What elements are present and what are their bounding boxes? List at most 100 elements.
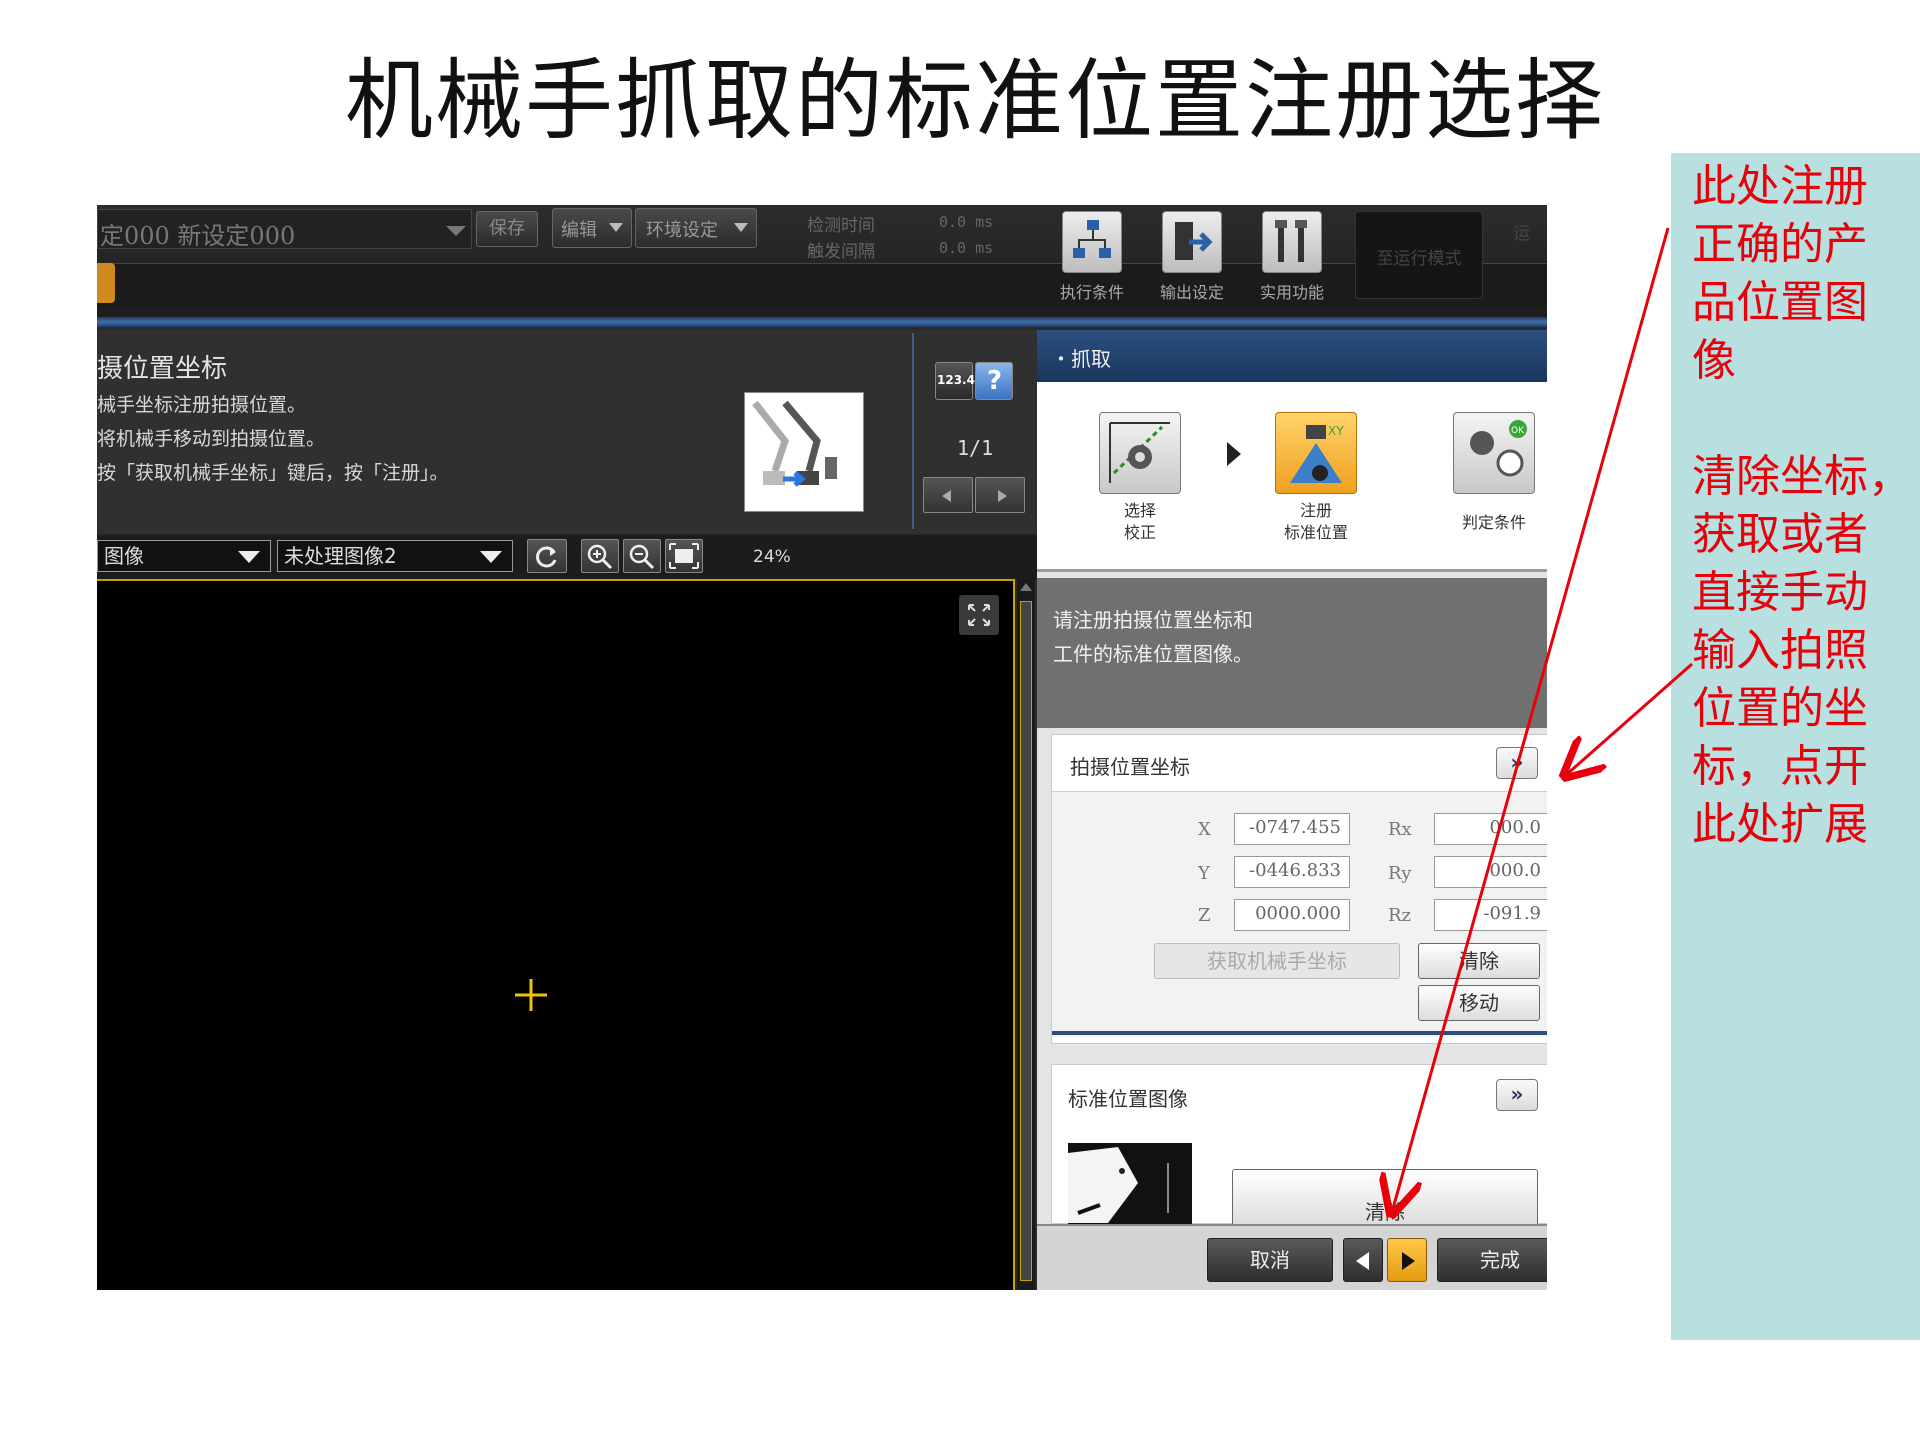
zoom-level: 24% <box>753 547 791 567</box>
edit-menu[interactable]: 编辑 <box>552 208 632 248</box>
instruction-area: 请注册拍摄位置坐标和 工件的标准位置图像。 <box>1037 578 1547 728</box>
standard-image-thumbnail <box>1068 1143 1192 1225</box>
trigger-interval-value: 0.0 ms <box>939 239 994 257</box>
judge-condition-icon: OK <box>1470 420 1527 477</box>
register-position-icon: XY <box>1290 424 1344 483</box>
step-judge-button[interactable]: OK <box>1453 412 1535 494</box>
output-setting-button[interactable]: 输出设定 <box>1152 211 1232 303</box>
calibration-icon <box>1109 422 1170 483</box>
x-input[interactable]: -0747.455 <box>1234 813 1350 845</box>
coord-clear-button[interactable]: 清除 <box>1418 943 1540 979</box>
ry-input[interactable]: 000.0 <box>1434 856 1547 888</box>
panel-footer: 取消 完成 <box>1037 1224 1547 1290</box>
z-label: Z <box>1198 905 1211 926</box>
cancel-button[interactable]: 取消 <box>1207 1238 1333 1282</box>
step-calibration-label: 选择 校正 <box>1123 501 1156 542</box>
help-button[interactable]: ? <box>975 362 1013 400</box>
guide-line-3: 按「获取机械手坐标」键后，按「注册」。 <box>97 462 449 484</box>
source-select-value: 未处理图像2 <box>284 544 397 568</box>
edit-menu-label: 编辑 <box>561 220 597 241</box>
zoom-in-button[interactable] <box>581 539 619 573</box>
output-setting-label: 输出设定 <box>1159 283 1224 302</box>
utility-button[interactable]: 实用功能 <box>1252 211 1332 303</box>
rz-input[interactable]: -091.9 <box>1434 899 1547 931</box>
help-icon: ? <box>987 366 1003 396</box>
save-button[interactable]: 保存 <box>476 211 538 247</box>
detect-time-label: 检测时间 <box>807 216 875 236</box>
fit-screen-icon <box>669 543 699 569</box>
detect-time-value: 0.0 ms <box>939 213 994 231</box>
z-input[interactable]: 0000.000 <box>1234 899 1350 931</box>
run-mode-button[interactable]: 至运行模式 <box>1355 211 1483 299</box>
prev-step-button[interactable] <box>1343 1238 1383 1282</box>
robot-guide-image <box>744 392 864 512</box>
flowchart-icon <box>1062 211 1122 273</box>
next-step-button[interactable] <box>1387 1238 1427 1282</box>
standard-image-title: 标准位置图像 <box>1068 1087 1188 1111</box>
x-label: X <box>1198 819 1211 840</box>
guide-panel: 摄位置坐标 械手坐标注册拍摄位置。 将机械手移动到拍摄位置。 按「获取机械手坐标… <box>97 330 1037 533</box>
tools-icon <box>1262 211 1322 273</box>
exec-condition-button[interactable]: 执行条件 <box>1052 211 1132 303</box>
environment-menu-label: 环境设定 <box>646 220 718 241</box>
capture-coord-title: 拍摄位置坐标 <box>1070 755 1190 779</box>
viewport-scrollbar[interactable] <box>1017 579 1035 1290</box>
get-robot-coord-button[interactable]: 获取机械手坐标 <box>1154 943 1400 979</box>
software-screenshot: 定000 新设定000 保存 编辑 环境设定 检测时间 触发间隔 0.0 ms … <box>97 205 1547 1290</box>
finish-button[interactable]: 完成 <box>1437 1238 1547 1282</box>
image-viewport[interactable] <box>97 579 1015 1290</box>
chevron-down-icon <box>609 223 623 232</box>
run-cut-label: 运 <box>1513 224 1530 244</box>
zoom-out-button[interactable] <box>623 539 661 573</box>
step-register-button[interactable]: XY <box>1275 412 1357 494</box>
image-select[interactable]: 图像 <box>97 540 271 572</box>
zoom-out-icon <box>629 544 655 570</box>
scrollbar-thumb[interactable] <box>1020 601 1032 1281</box>
capture-coord-expand-button[interactable]: » <box>1496 747 1538 779</box>
exec-condition-label: 执行条件 <box>1059 283 1124 302</box>
refresh-button[interactable] <box>527 539 567 573</box>
guide-prev-button[interactable] <box>923 477 973 513</box>
refresh-icon <box>536 546 557 568</box>
standard-image-clear-button[interactable]: 清除 <box>1232 1169 1538 1225</box>
rx-input[interactable]: 000.0 <box>1434 813 1547 845</box>
step-bar: 选择 校正 XY 注册 标准位置 OK 判定条件 <box>1037 382 1547 572</box>
guide-line-2: 将机械手移动到拍摄位置。 <box>97 428 326 450</box>
guide-page-indicator: 1/1 <box>957 436 994 460</box>
numeric-display-button[interactable]: 123.4 <box>935 362 975 400</box>
scene-label: 定000 新设定000 <box>100 222 296 250</box>
y-input[interactable]: -0446.833 <box>1234 856 1350 888</box>
step-register-label: 注册 标准位置 <box>1283 501 1348 542</box>
panel-header: ・抓取 <box>1037 330 1547 382</box>
robot-arm-icon <box>752 400 837 487</box>
y-label: Y <box>1198 863 1210 884</box>
standard-image-expand-button[interactable]: » <box>1496 1079 1538 1111</box>
trigger-interval-label: 触发间隔 <box>807 242 875 262</box>
triangle-right-icon <box>998 490 1007 502</box>
triangle-right-icon <box>1402 1252 1415 1270</box>
zoom-in-icon <box>587 544 613 570</box>
slide-title: 机械手抓取的标准位置注册选择 <box>344 49 1605 152</box>
crosshair-icon <box>515 979 547 1011</box>
move-button[interactable]: 移动 <box>1418 985 1540 1021</box>
triangle-left-icon <box>1356 1252 1369 1270</box>
scene-select[interactable]: 定000 新设定000 <box>97 209 472 250</box>
step-arrow-icon <box>1227 442 1241 466</box>
guide-next-button[interactable] <box>975 477 1025 513</box>
fullscreen-button[interactable] <box>959 595 999 635</box>
rz-label: Rz <box>1388 905 1412 926</box>
right-panel: ・抓取 选择 校正 XY 注册 标准位置 OK 判定条件 请注册拍摄位置坐标和 … <box>1037 330 1547 1290</box>
fit-screen-button[interactable] <box>665 539 703 573</box>
source-select[interactable]: 未处理图像2 <box>277 540 513 572</box>
step-calibration-button[interactable] <box>1099 412 1181 494</box>
environment-menu[interactable]: 环境设定 <box>635 208 757 248</box>
step-judge-label: 判定条件 <box>1461 513 1526 532</box>
chevron-down-icon <box>734 223 748 232</box>
svg-text:OK: OK <box>1511 426 1525 436</box>
utility-label: 实用功能 <box>1259 283 1324 302</box>
chevron-down-icon <box>238 551 260 563</box>
rx-label: Rx <box>1388 819 1412 840</box>
orange-tab[interactable] <box>97 263 115 303</box>
part-thumbnail-image <box>1068 1147 1169 1223</box>
scroll-up-icon[interactable] <box>1020 583 1032 591</box>
